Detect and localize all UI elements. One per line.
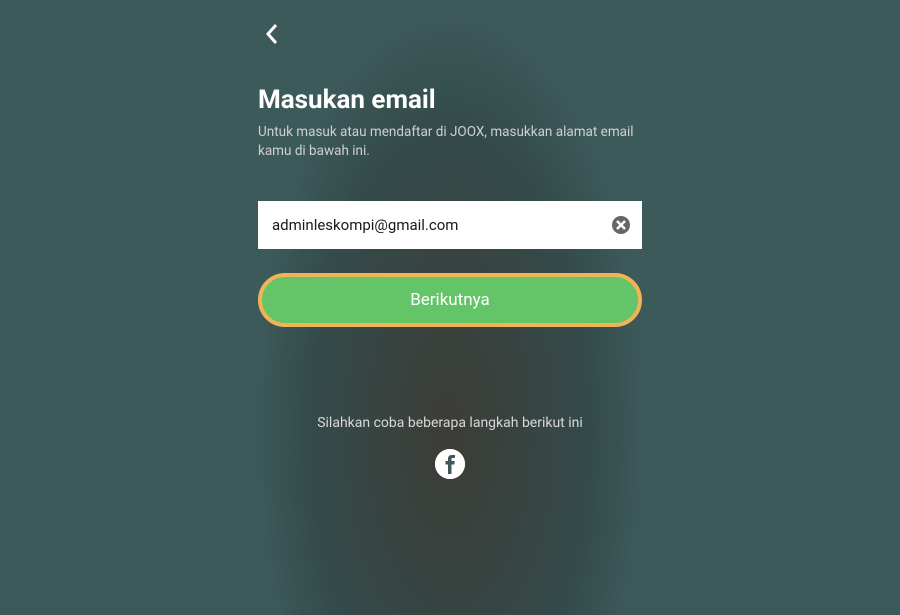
- clear-input-button[interactable]: [612, 216, 630, 234]
- close-icon: [616, 220, 626, 230]
- facebook-login-button[interactable]: [435, 449, 465, 479]
- alternative-text: Silahkan coba beberapa langkah berikut i…: [258, 415, 642, 431]
- back-button[interactable]: [258, 20, 286, 48]
- page-title: Masukan email: [258, 85, 642, 115]
- alternative-login-section: Silahkan coba beberapa langkah berikut i…: [258, 415, 642, 483]
- email-field[interactable]: [258, 201, 642, 249]
- login-panel: Masukan email Untuk masuk atau mendaftar…: [250, 0, 650, 615]
- email-input-wrapper: [258, 201, 642, 249]
- facebook-icon: [435, 449, 465, 479]
- chevron-left-icon: [264, 22, 280, 46]
- next-button[interactable]: Berikutnya: [258, 273, 642, 327]
- content-area: Masukan email Untuk masuk atau mendaftar…: [250, 85, 650, 483]
- page-subtitle: Untuk masuk atau mendaftar di JOOX, masu…: [258, 123, 642, 161]
